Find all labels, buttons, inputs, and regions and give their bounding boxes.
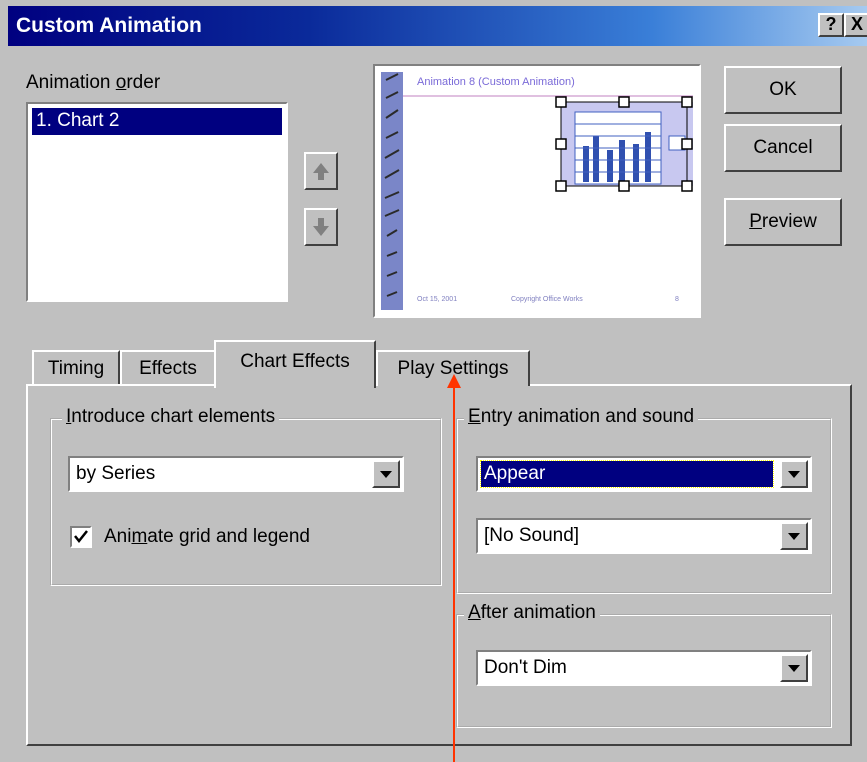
introduce-chart-elements-group bbox=[50, 418, 442, 586]
chevron-down-icon bbox=[788, 533, 800, 540]
move-up-button[interactable] bbox=[304, 152, 338, 190]
slide-preview: Animation 8 (Custom Animation) Oct 15, 2… bbox=[373, 64, 701, 318]
introduce-elements-value: by Series bbox=[76, 463, 156, 484]
list-item[interactable]: 1. Chart 2 bbox=[32, 108, 282, 135]
custom-animation-dialog: Custom Animation ? X Animation order 1. … bbox=[0, 0, 867, 762]
checkmark-icon bbox=[74, 530, 88, 544]
preview-footer-left: Oct 15, 2001 bbox=[417, 296, 458, 303]
tab-effects[interactable]: Effects bbox=[120, 350, 216, 386]
close-button[interactable]: X bbox=[844, 13, 867, 37]
introduce-elements-dropdown[interactable]: by Series bbox=[68, 456, 404, 492]
entry-effect-dropdown[interactable]: Appear bbox=[476, 456, 812, 492]
dropdown-arrow-button[interactable] bbox=[372, 460, 400, 488]
title-bar[interactable]: Custom Animation ? X bbox=[8, 6, 867, 46]
window-title: Custom Animation bbox=[16, 14, 202, 37]
slide-thumbnail bbox=[381, 72, 693, 310]
chevron-down-icon bbox=[788, 665, 800, 672]
entry-animation-sound-group bbox=[456, 418, 832, 594]
chevron-down-icon bbox=[380, 471, 392, 478]
animate-grid-legend-checkbox[interactable] bbox=[70, 526, 92, 548]
animate-grid-legend-label[interactable]: Animate grid and legend bbox=[104, 526, 310, 548]
up-arrow-icon bbox=[313, 163, 329, 180]
down-arrow-icon bbox=[313, 218, 329, 236]
dropdown-arrow-button[interactable] bbox=[780, 654, 808, 682]
after-animation-legend: After animation bbox=[464, 602, 600, 624]
ok-button[interactable]: OK bbox=[724, 66, 842, 114]
preview-slide-title: Animation 8 (Custom Animation) bbox=[417, 76, 575, 88]
preview-footer-right: 8 bbox=[675, 296, 679, 303]
sound-dropdown[interactable]: [No Sound] bbox=[476, 518, 812, 554]
sound-value: [No Sound] bbox=[484, 525, 580, 546]
help-button[interactable]: ? bbox=[818, 13, 844, 37]
move-down-button[interactable] bbox=[304, 208, 338, 246]
entry-animation-sound-legend: Entry animation and sound bbox=[464, 406, 699, 428]
annotation-arrow-icon bbox=[447, 374, 461, 762]
animation-order-label: Animation order bbox=[26, 72, 161, 93]
chevron-down-icon bbox=[788, 471, 800, 478]
dropdown-arrow-button[interactable] bbox=[780, 460, 808, 488]
preview-button[interactable]: Preview bbox=[724, 198, 842, 246]
tab-timing[interactable]: Timing bbox=[32, 350, 120, 386]
dropdown-arrow-button[interactable] bbox=[780, 522, 808, 550]
cancel-button[interactable]: Cancel bbox=[724, 124, 842, 172]
entry-effect-value: Appear bbox=[480, 460, 774, 488]
introduce-chart-elements-legend: Introduce chart elements bbox=[62, 406, 280, 428]
preview-footer-mid: Copyright Office Works bbox=[511, 296, 583, 303]
after-animation-value: Don't Dim bbox=[484, 657, 567, 678]
after-animation-dropdown[interactable]: Don't Dim bbox=[476, 650, 812, 686]
animation-order-list[interactable]: 1. Chart 2 bbox=[26, 102, 288, 302]
tab-chart-effects[interactable]: Chart Effects bbox=[214, 340, 376, 388]
